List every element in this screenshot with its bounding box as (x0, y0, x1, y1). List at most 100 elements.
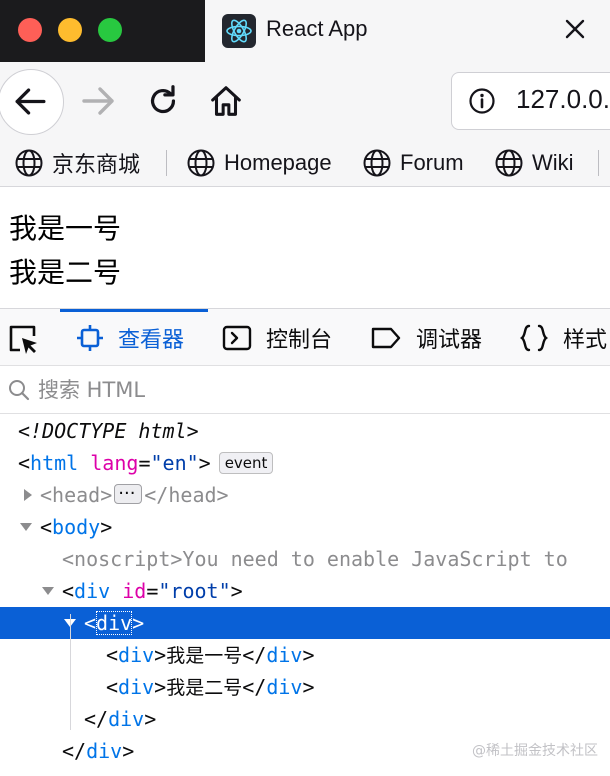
tag-close: > (216, 483, 229, 507)
console-icon (222, 325, 252, 350)
tag-name: div (108, 707, 145, 731)
noscript-text: You need to enable JavaScript to (182, 547, 568, 571)
collapse-arrow-icon[interactable] (40, 575, 56, 607)
expand-arrow-icon[interactable] (20, 479, 36, 511)
tab-inspector[interactable]: 查看器 (59, 309, 209, 366)
tag-close: > (154, 643, 167, 667)
tag-close: > (100, 515, 113, 539)
tag-open: < (40, 483, 53, 507)
tag-close: > (198, 451, 211, 475)
tag-open: < (62, 547, 75, 571)
arrow-right-icon[interactable] (78, 81, 118, 121)
globe-icon (15, 149, 43, 177)
tab-label: 控制台 (266, 327, 333, 353)
debugger-icon (371, 327, 401, 348)
devtools-toolbar: 查看器 控制台 调试器 样式 (0, 308, 610, 366)
tag-close: > (302, 643, 315, 667)
node-div-selected[interactable]: <div> (0, 607, 610, 639)
page-text-line-2: 我是二号 (9, 256, 122, 289)
tag-name: div (74, 579, 111, 603)
collapsed-children-badge[interactable] (114, 478, 143, 510)
tag-end-open: </ (242, 675, 267, 699)
reload-icon[interactable] (144, 82, 182, 120)
tag-end-open: </ (62, 739, 87, 763)
tab-strip: React App (0, 0, 610, 62)
arrow-left-icon (15, 88, 46, 115)
tag-open: < (84, 611, 97, 635)
search-icon (9, 380, 30, 401)
collapse-arrow-icon[interactable] (18, 511, 34, 543)
tab-label: 调试器 (416, 327, 483, 353)
bookmark-jd[interactable]: 京东商城 (14, 147, 140, 179)
watermark: @稀土掘金技术社区 (472, 743, 598, 759)
node-div-child-1[interactable]: <div>我是一号</div> (0, 639, 610, 671)
html-search-row (0, 366, 610, 414)
tab-label: 样式 (563, 327, 608, 353)
page-viewport: 我是一号 我是二号 (0, 187, 610, 308)
tag-name: div (266, 643, 303, 667)
tag-end-open: </ (144, 483, 169, 507)
node-div-child-2[interactable]: <div>我是二号</div> (0, 671, 610, 703)
react-logo-icon (222, 14, 256, 48)
bookmark-forum[interactable]: Forum (362, 147, 464, 179)
url-bar[interactable]: 127.0.0. (451, 72, 610, 130)
globe-icon (363, 149, 391, 177)
info-icon[interactable] (468, 87, 496, 115)
tag-name: body (52, 515, 101, 539)
tag-open: < (106, 643, 119, 667)
bookmarks-toolbar: 京东商城 Homepage Forum Wiki (0, 140, 610, 187)
zoom-window-button[interactable] (98, 18, 122, 42)
url-text: 127.0.0. (516, 84, 610, 114)
tag-name: div (86, 739, 123, 763)
attr-name: id (122, 579, 147, 603)
bookmark-label: Forum (400, 150, 464, 175)
home-icon[interactable] (207, 82, 245, 120)
tab-react-app[interactable]: React App (205, 0, 610, 62)
back-button[interactable] (0, 69, 64, 135)
globe-icon (187, 149, 215, 177)
attr-equals: = (138, 451, 151, 475)
node-noscript[interactable]: <noscript>You need to enable JavaScript … (0, 543, 610, 575)
tag-name: noscript (74, 547, 171, 571)
globe-icon (495, 149, 523, 177)
search-html-input[interactable] (38, 374, 598, 406)
bookmark-separator (166, 150, 167, 176)
bookmark-wiki[interactable]: Wiki (494, 147, 574, 179)
node-html[interactable]: <html lang="en"> event (0, 447, 610, 479)
close-icon[interactable] (560, 14, 590, 44)
navigation-toolbar: 127.0.0. (0, 62, 610, 140)
tab-console[interactable]: 控制台 (222, 309, 332, 366)
element-picker-icon[interactable] (6, 322, 40, 356)
node-doctype[interactable]: <!DOCTYPE html> (0, 415, 610, 447)
tab-style-editor[interactable]: 样式 (519, 309, 607, 366)
node-div-root[interactable]: <div id="root"> (0, 575, 610, 607)
event-badge[interactable]: event (218, 452, 274, 474)
node-head[interactable]: <head></head> (0, 478, 610, 511)
bookmark-label: Homepage (224, 150, 332, 175)
tag-open: < (106, 675, 119, 699)
bookmark-homepage[interactable]: Homepage (186, 147, 332, 179)
inspector-icon (77, 324, 103, 351)
tag-open: < (40, 515, 53, 539)
tag-name: div (96, 611, 133, 635)
attr-value: "en" (150, 451, 199, 475)
node-body[interactable]: <body> (0, 511, 610, 543)
minimize-window-button[interactable] (58, 18, 82, 42)
tag-close: > (100, 483, 113, 507)
tag-close: > (144, 707, 157, 731)
node-div-close-inner[interactable]: </div> (0, 703, 610, 735)
tab-title: React App (266, 16, 368, 41)
tag-name: head (168, 483, 217, 507)
text-node: 我是二号 (166, 677, 243, 699)
tag-close: > (230, 579, 243, 603)
close-window-button[interactable] (18, 18, 42, 42)
attr-value: "root" (158, 579, 231, 603)
tag-end-open: </ (242, 643, 267, 667)
tag-close: > (170, 547, 183, 571)
tab-debugger[interactable]: 调试器 (370, 309, 482, 366)
tag-name: div (118, 643, 155, 667)
tag-close: > (122, 739, 135, 763)
bookmark-separator (598, 150, 599, 176)
tag-name: head (52, 483, 101, 507)
tag-close: > (154, 675, 167, 699)
